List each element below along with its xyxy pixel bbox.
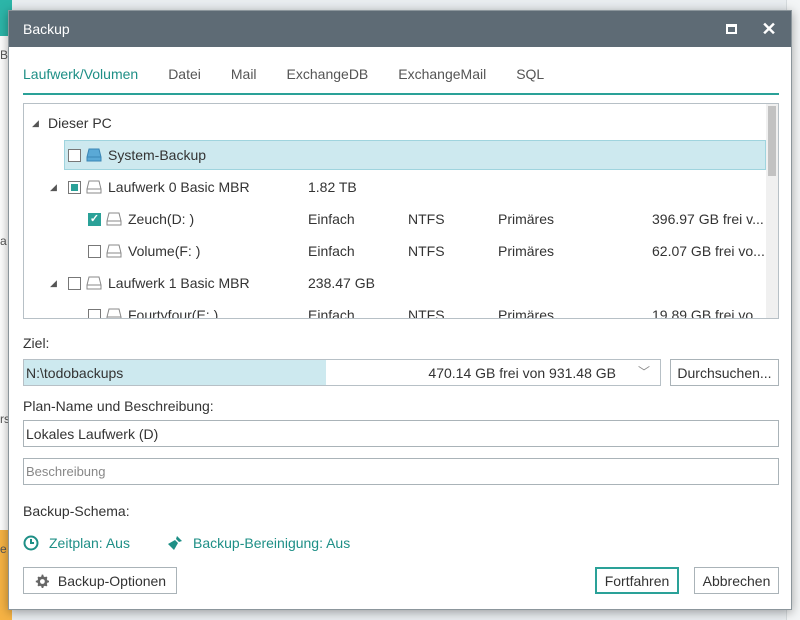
volume-d-checkbox[interactable] xyxy=(88,212,101,226)
plan-name-input[interactable]: Lokales Laufwerk (D) xyxy=(23,420,779,447)
clock-icon xyxy=(23,535,39,551)
plan-label: Plan-Name und Beschreibung: xyxy=(23,398,214,414)
target-free-space: 470.14 GB frei von 931.48 GB xyxy=(428,365,616,381)
volume-e-checkbox[interactable] xyxy=(88,308,101,318)
tree-row-name: Volume(F: ) xyxy=(128,243,201,259)
volume-kind: Primäres xyxy=(498,243,555,259)
title-bar[interactable]: Backup ✕ xyxy=(9,11,791,47)
tree-row-name: Zeuch(D: ) xyxy=(128,211,195,227)
volume-filesystem: NTFS xyxy=(408,211,445,227)
backup-dialog: Backup ✕ Laufwerk/Volumen Datei Mail Exc… xyxy=(8,10,792,610)
target-dropdown[interactable]: N:\todobackups 470.14 GB frei von 931.48… xyxy=(23,359,661,386)
tree-row-volume-d[interactable]: Zeuch(D: ) Einfach NTFS Primäres 396.97 … xyxy=(24,204,766,234)
maximize-button[interactable] xyxy=(723,21,739,37)
backup-options-label: Backup-Optionen xyxy=(57,572,167,589)
tree-row-disk-0[interactable]: ◢ Laufwerk 0 Basic MBR 1.82 TB xyxy=(24,172,766,202)
scrollbar-thumb[interactable] xyxy=(768,106,776,176)
tree-row-name: Fourtyfour(E: ) xyxy=(128,307,219,319)
maximize-icon xyxy=(725,24,737,34)
tree-root-label: Dieser PC xyxy=(48,115,112,131)
volume-free: 62.07 GB frei vo... xyxy=(652,243,765,259)
expand-triangle-icon[interactable]: ◢ xyxy=(32,118,39,129)
cleanup-label: Backup-Bereinigung: Aus xyxy=(193,535,351,551)
volume-filesystem: NTFS xyxy=(408,307,445,319)
tree-root-row[interactable]: ◢ Dieser PC xyxy=(24,108,766,138)
disk-size: 238.47 GB xyxy=(308,275,375,291)
volume-free: 396.97 GB frei v... xyxy=(652,211,764,227)
disk-icon xyxy=(86,148,102,162)
volume-type: Einfach xyxy=(308,307,355,319)
tree-row-name: Laufwerk 1 Basic MBR xyxy=(108,275,250,291)
schedule-link[interactable]: Zeitplan: Aus xyxy=(23,535,130,551)
tab-laufwerk-volumen[interactable]: Laufwerk/Volumen xyxy=(23,65,154,93)
tab-sql[interactable]: SQL xyxy=(516,65,560,93)
tab-exchangedb[interactable]: ExchangeDB xyxy=(287,65,385,93)
dialog-title: Backup xyxy=(23,21,70,37)
expand-triangle-icon[interactable]: ◢ xyxy=(50,182,57,193)
volume-type: Einfach xyxy=(308,211,355,227)
volume-free: 19.89 GB frei vo... xyxy=(652,307,765,319)
backup-options-button[interactable]: Backup-Optionen xyxy=(23,567,177,594)
disk-icon xyxy=(86,180,102,194)
volume-kind: Primäres xyxy=(498,211,555,227)
cleanup-link[interactable]: Backup-Bereinigung: Aus xyxy=(167,535,350,551)
schedule-label: Zeitplan: Aus xyxy=(49,535,130,551)
chevron-down-icon: ﹀ xyxy=(637,365,650,379)
tree-scrollbar[interactable] xyxy=(766,104,778,318)
volume-type: Einfach xyxy=(308,243,355,259)
disk-0-checkbox[interactable] xyxy=(68,180,81,194)
tab-exchangemail[interactable]: ExchangeMail xyxy=(398,65,502,93)
target-label: Ziel: xyxy=(23,335,50,351)
expand-triangle-icon[interactable]: ◢ xyxy=(50,278,57,289)
continue-button[interactable]: Fortfahren xyxy=(595,567,679,594)
volume-icon xyxy=(106,308,122,318)
background-text: e xyxy=(0,542,7,556)
description-input[interactable]: Beschreibung xyxy=(23,458,779,485)
close-button[interactable]: ✕ xyxy=(761,19,777,39)
tree-row-volume-f[interactable]: Volume(F: ) Einfach NTFS Primäres 62.07 … xyxy=(24,236,766,266)
disk-size: 1.82 TB xyxy=(308,179,357,195)
cancel-button[interactable]: Abbrechen xyxy=(694,567,779,594)
tree-row-name: Laufwerk 0 Basic MBR xyxy=(108,179,250,195)
volume-icon xyxy=(106,212,122,226)
tree-row-volume-e[interactable]: Fourtyfour(E: ) Einfach NTFS Primäres 19… xyxy=(24,300,766,319)
broom-icon xyxy=(168,536,182,550)
tree-row-name: System-Backup xyxy=(108,147,207,163)
target-path: N:\todobackups xyxy=(26,365,124,381)
disk-1-checkbox[interactable] xyxy=(68,276,81,290)
drive-tree: ◢ Dieser PC System-Backup ◢ Laufwerk 0 B… xyxy=(23,103,779,319)
tab-datei[interactable]: Datei xyxy=(168,65,217,93)
volume-kind: Primäres xyxy=(498,307,555,319)
gear-icon xyxy=(35,574,49,588)
browse-button[interactable]: Durchsuchen... xyxy=(670,359,779,386)
tree-row-disk-1[interactable]: ◢ Laufwerk 1 Basic MBR 238.47 GB xyxy=(24,268,766,298)
volume-filesystem: NTFS xyxy=(408,243,445,259)
tab-mail[interactable]: Mail xyxy=(231,65,273,93)
system-backup-checkbox[interactable] xyxy=(68,148,81,162)
tree-row-system-backup[interactable]: System-Backup xyxy=(24,140,766,170)
volume-f-checkbox[interactable] xyxy=(88,244,101,258)
volume-icon xyxy=(106,244,122,258)
close-icon: ✕ xyxy=(761,19,777,39)
background-text: a xyxy=(0,234,7,248)
disk-icon xyxy=(86,276,102,290)
source-tabs: Laufwerk/Volumen Datei Mail ExchangeDB E… xyxy=(23,65,779,95)
schema-label: Backup-Schema: xyxy=(23,503,130,519)
